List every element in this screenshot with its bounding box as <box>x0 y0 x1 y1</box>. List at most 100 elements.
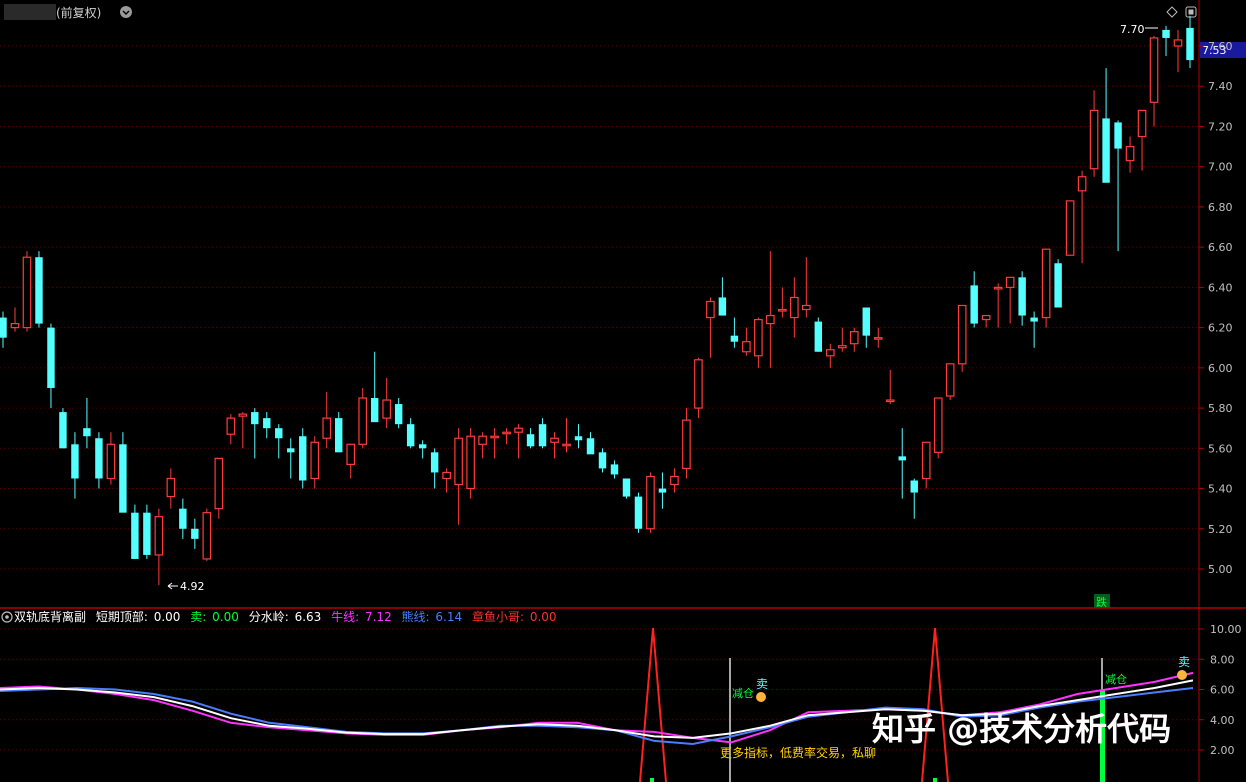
price-tick-label: 7.40 <box>1208 80 1233 93</box>
maximize-icon[interactable] <box>1185 6 1197 18</box>
candle <box>658 472 667 509</box>
candle-body <box>382 399 391 419</box>
candle-body <box>346 443 356 465</box>
indicator-axis: 10.00 8.00 6.00 4.00 2.00 <box>1199 623 1242 757</box>
candle <box>226 414 236 445</box>
candle-body <box>514 427 523 433</box>
candle <box>502 428 511 445</box>
candle <box>1149 35 1159 127</box>
candle <box>22 251 32 332</box>
candle-body <box>275 428 283 439</box>
candle <box>59 408 67 449</box>
candle-body <box>862 307 870 336</box>
candle <box>1186 15 1194 69</box>
candle-body <box>814 321 823 352</box>
candle-body <box>766 314 775 325</box>
price-tick-label: 6.40 <box>1208 281 1233 294</box>
candle-body <box>921 441 931 480</box>
candle-body <box>1149 37 1159 103</box>
signal-spike <box>639 627 667 782</box>
diamond-icon[interactable] <box>1166 6 1178 18</box>
candle <box>478 432 487 459</box>
candle <box>825 343 835 368</box>
candle <box>862 307 870 348</box>
die-marker: 跌 <box>1094 594 1110 609</box>
candle <box>179 498 187 539</box>
candle <box>885 369 895 405</box>
candle-body <box>526 434 535 447</box>
legend-value-octopus: 0.00 <box>530 610 557 624</box>
candle-body <box>849 331 859 345</box>
sell-bar <box>650 778 654 782</box>
candle <box>418 440 427 459</box>
candle <box>550 432 559 459</box>
candle <box>251 408 259 459</box>
candle-body <box>370 398 379 423</box>
candle <box>1114 120 1122 252</box>
candle-body <box>1114 122 1122 149</box>
indicator-tick-label: 6.00 <box>1210 684 1235 697</box>
candle <box>898 428 906 499</box>
candle <box>1125 136 1135 173</box>
candle <box>970 271 978 328</box>
price-tick-label: 7.00 <box>1208 161 1233 174</box>
candle <box>106 432 116 485</box>
candle <box>682 408 691 479</box>
candle <box>981 314 991 328</box>
candle <box>47 323 55 409</box>
candle-body <box>10 322 20 329</box>
blurred-stock-name <box>4 4 56 20</box>
candle <box>166 468 176 509</box>
candle <box>730 317 739 348</box>
candle-body <box>1162 29 1170 38</box>
candle <box>562 418 571 453</box>
legend-value-watershed: 6.63 <box>295 610 322 624</box>
candle-body <box>83 428 91 437</box>
candle-body <box>634 496 643 529</box>
candle-body <box>358 397 368 445</box>
legend-label-octopus: 章鱼小哥: <box>472 609 524 624</box>
candle-body <box>154 516 164 556</box>
candle-body <box>1005 276 1015 288</box>
indicator-header: 双轨底背离副 短期顶部: 0.00 卖: 0.00 分水岭: 6.63 牛线: … <box>1 609 557 624</box>
candle <box>634 492 643 533</box>
candle-body <box>143 512 151 555</box>
price-tick-label: 6.60 <box>1208 241 1233 254</box>
candle-body <box>202 512 212 560</box>
candle <box>131 504 139 559</box>
price-tick-label: 5.40 <box>1208 483 1233 496</box>
candle <box>670 468 679 493</box>
legend-label-top: 短期顶部: <box>96 609 148 624</box>
settings-icon[interactable] <box>1 611 13 623</box>
candle-body <box>490 435 499 439</box>
indicator-tick-label: 2.00 <box>1210 744 1235 757</box>
candle <box>310 436 320 489</box>
candle-body <box>574 436 583 441</box>
candle <box>1089 90 1099 177</box>
candle <box>766 251 775 368</box>
jiancang-marker: 减仓 <box>1105 672 1127 686</box>
candle-body <box>742 341 751 353</box>
candle-body <box>0 317 7 338</box>
candle-body <box>910 480 918 493</box>
candle <box>933 397 943 459</box>
candle <box>742 327 751 356</box>
legend-label-bull: 牛线: <box>331 609 359 624</box>
candle-body <box>71 444 79 479</box>
candle <box>83 398 91 449</box>
legend-value-sell: 0.00 <box>212 610 239 624</box>
candle <box>538 418 547 449</box>
candle-body <box>802 304 811 311</box>
high-label: 7.70 <box>1120 23 1145 36</box>
chevron-down-icon[interactable] <box>120 6 132 18</box>
candle-body <box>106 443 116 480</box>
candle <box>35 251 43 328</box>
candle <box>346 443 356 479</box>
candle-body <box>778 308 787 312</box>
indicator-legend: 双轨底背离副 短期顶部: 0.00 卖: 0.00 分水岭: 6.63 牛线: … <box>14 609 557 624</box>
candle-body <box>694 359 703 409</box>
candle-body <box>790 296 799 319</box>
candle-body <box>610 464 619 475</box>
candle <box>454 428 463 525</box>
legend-label-bear: 熊线: <box>402 609 430 624</box>
